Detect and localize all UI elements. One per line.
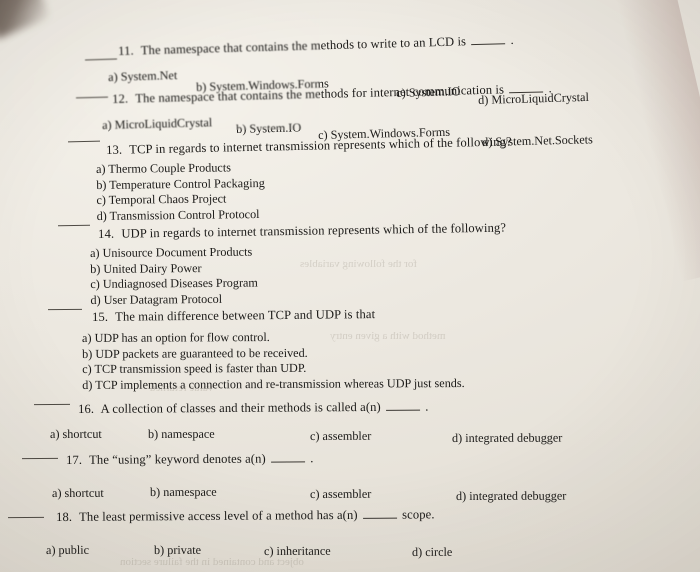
- question-text: UDP in regards to internet transmission …: [118, 220, 507, 241]
- answer-option[interactable]: b) private: [154, 543, 201, 558]
- answer-option[interactable]: b) Temperature Control Packaging: [96, 175, 265, 193]
- question-text: A collection of classes and their method…: [98, 399, 385, 416]
- answer-option[interactable]: b) namespace: [148, 427, 215, 442]
- question-number: 11.: [118, 43, 134, 58]
- scanned-page: for the following variables method with …: [0, 0, 700, 572]
- answer-blank-line[interactable]: [57, 223, 91, 227]
- answer-option[interactable]: d) integrated debugger: [456, 489, 566, 504]
- answer-option-list: a) Thermo Couple Products b) Temperature …: [96, 160, 265, 224]
- question-stem: 18. The least permissive access level of…: [56, 507, 435, 525]
- question-trailing-text: scope.: [398, 507, 435, 522]
- question-trailing-text: .: [545, 81, 552, 96]
- inline-fill-blank[interactable]: [271, 461, 306, 463]
- question-trailing-text: .: [507, 32, 515, 48]
- answer-option[interactable]: b) United Dairy Power: [90, 260, 258, 277]
- exam-questions-area: 11. The namespace that contains the meth…: [0, 0, 700, 572]
- answer-option[interactable]: b) namespace: [150, 485, 217, 500]
- answer-option[interactable]: d) circle: [412, 545, 452, 560]
- answer-option[interactable]: d) TCP implements a connection and re-tr…: [82, 375, 464, 393]
- question-number: 12.: [112, 91, 129, 106]
- question-number: 14.: [98, 226, 115, 241]
- question-stem: 15. The main difference between TCP and …: [92, 307, 375, 325]
- answer-blank-line[interactable]: [75, 95, 109, 99]
- question-stem: 14. UDP in regards to internet transmiss…: [98, 221, 506, 242]
- answer-blank-line[interactable]: [47, 307, 83, 311]
- answer-blank-line[interactable]: [84, 57, 118, 61]
- answer-option[interactable]: c) Undiagnosed Diseases Program: [90, 276, 258, 293]
- answer-blank-line[interactable]: [33, 402, 71, 406]
- question-text: TCP in regards to internet transmission …: [126, 134, 512, 157]
- answer-option[interactable]: d) integrated debugger: [452, 431, 562, 446]
- inline-fill-blank[interactable]: [471, 43, 506, 46]
- inline-fill-blank[interactable]: [509, 91, 544, 94]
- answer-option[interactable]: a) shortcut: [50, 427, 102, 442]
- question-number: 17.: [66, 452, 83, 467]
- answer-option[interactable]: a) MicroLiquidCrystal: [102, 115, 212, 133]
- answer-option[interactable]: a) System.Net: [108, 68, 177, 85]
- answer-blank-line[interactable]: [67, 139, 101, 143]
- answer-option[interactable]: c) inheritance: [264, 544, 331, 559]
- answer-option-list: a) UDP has an option for flow control. b)…: [82, 329, 465, 393]
- answer-option[interactable]: d) Transmission Control Protocol: [97, 206, 266, 224]
- question-stem: 13. TCP in regards to internet transmiss…: [106, 135, 512, 158]
- question-text: The namespace that contains the methods …: [137, 34, 470, 58]
- answer-option[interactable]: d) User Datagram Protocol: [90, 291, 258, 308]
- answer-option[interactable]: c) assembler: [310, 487, 371, 502]
- question-text: The “using” keyword denotes a(n): [86, 451, 270, 467]
- answer-option[interactable]: a) shortcut: [52, 486, 104, 501]
- answer-option-list: a) Unisource Document Products b) United …: [90, 245, 258, 308]
- question-number: 13.: [106, 142, 123, 157]
- question-number: 18.: [56, 509, 73, 524]
- answer-option[interactable]: b) System.IO: [236, 120, 301, 137]
- question-number: 16.: [78, 401, 95, 416]
- question-trailing-text: .: [306, 451, 314, 466]
- answer-blank-line[interactable]: [21, 456, 59, 460]
- question-stem: 11. The namespace that contains the meth…: [118, 33, 514, 59]
- question-stem: 16. A collection of classes and their me…: [78, 400, 429, 417]
- question-stem: 17. The “using” keyword denotes a(n) .: [66, 451, 314, 468]
- answer-blank-line[interactable]: [7, 515, 45, 519]
- answer-option[interactable]: a) public: [46, 543, 89, 558]
- question-number: 15.: [92, 309, 109, 324]
- inline-fill-blank[interactable]: [386, 409, 421, 411]
- answer-option[interactable]: a) Unisource Document Products: [90, 245, 258, 262]
- question-text: The least permissive access level of a m…: [76, 507, 361, 524]
- answer-option[interactable]: c) assembler: [310, 429, 371, 444]
- question-trailing-text: .: [421, 399, 429, 414]
- question-text: The main difference between TCP and UDP …: [112, 307, 376, 324]
- inline-fill-blank[interactable]: [362, 517, 397, 519]
